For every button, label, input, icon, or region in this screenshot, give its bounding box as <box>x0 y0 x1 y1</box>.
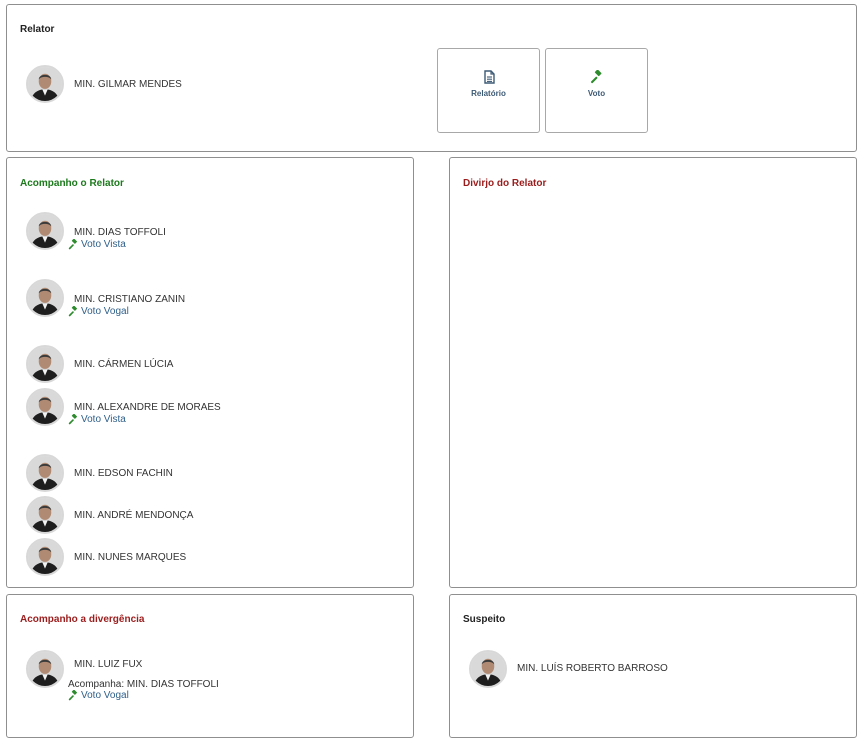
voto-vista-link[interactable]: Voto Vista <box>68 414 126 425</box>
minister-name: MIN. ANDRÉ MENDONÇA <box>74 510 194 521</box>
avatar <box>26 212 64 250</box>
minister-name: MIN. LUIZ FUX <box>74 659 143 670</box>
minister-name: MIN. LUÍS ROBERTO BARROSO <box>517 663 668 674</box>
vote-label: Voto Vista <box>81 239 126 250</box>
acompanho-relator-title: Acompanho o Relator <box>20 178 124 189</box>
suspeito-card: Suspeito MIN. LUÍS ROBERTO BARROSO <box>449 594 857 738</box>
minister-name: MIN. DIAS TOFFOLI <box>74 227 166 238</box>
gavel-icon <box>68 414 79 425</box>
acompanho-divergencia-card: Acompanho a divergência MIN. LUIZ FUX Ac… <box>6 594 414 738</box>
avatar <box>26 538 64 576</box>
voto-label: Voto <box>587 89 606 98</box>
voto-vista-link[interactable]: Voto Vista <box>68 239 126 250</box>
relatorio-button[interactable]: Relatório <box>437 48 540 133</box>
follows-text: Acompanha: MIN. DIAS TOFFOLI <box>68 679 219 690</box>
minister-name: MIN. CÁRMEN LÚCIA <box>74 359 174 370</box>
gavel-icon <box>68 306 79 317</box>
acompanho-divergencia-title: Acompanho a divergência <box>20 614 145 625</box>
vote-label: Voto Vogal <box>81 306 129 317</box>
relator-title: Relator <box>20 24 55 35</box>
minister-name: MIN. NUNES MARQUES <box>74 552 187 563</box>
minister-name: MIN. ALEXANDRE DE MORAES <box>74 402 221 413</box>
suspeito-title: Suspeito <box>463 614 506 625</box>
avatar <box>26 454 64 492</box>
minister-name: MIN. EDSON FACHIN <box>74 468 173 479</box>
avatar <box>26 279 64 317</box>
gavel-icon <box>590 70 604 84</box>
avatar <box>26 650 64 688</box>
voto-vogal-link[interactable]: Voto Vogal <box>68 306 129 317</box>
gavel-icon <box>68 239 79 250</box>
voto-vogal-link[interactable]: Voto Vogal <box>68 690 129 701</box>
document-icon <box>483 70 495 84</box>
vote-label: Voto Vista <box>81 414 126 425</box>
avatar <box>26 345 64 383</box>
acompanho-relator-card: Acompanho o Relator MIN. DIAS TOFFOLI Vo… <box>6 157 414 588</box>
divirjo-relator-title: Divirjo do Relator <box>463 178 547 189</box>
minister-name: MIN. CRISTIANO ZANIN <box>74 294 186 305</box>
avatar <box>469 650 507 688</box>
divirjo-relator-card: Divirjo do Relator <box>449 157 857 588</box>
vote-label: Voto Vogal <box>81 690 129 701</box>
gavel-icon <box>68 690 79 701</box>
avatar <box>26 65 64 103</box>
avatar <box>26 388 64 426</box>
avatar <box>26 496 64 534</box>
voto-button[interactable]: Voto <box>545 48 648 133</box>
minister-name: MIN. GILMAR MENDES <box>74 79 182 90</box>
relator-card: Relator MIN. GILMAR MENDES Relatório Vot… <box>6 4 857 152</box>
relatorio-label: Relatório <box>471 89 506 98</box>
